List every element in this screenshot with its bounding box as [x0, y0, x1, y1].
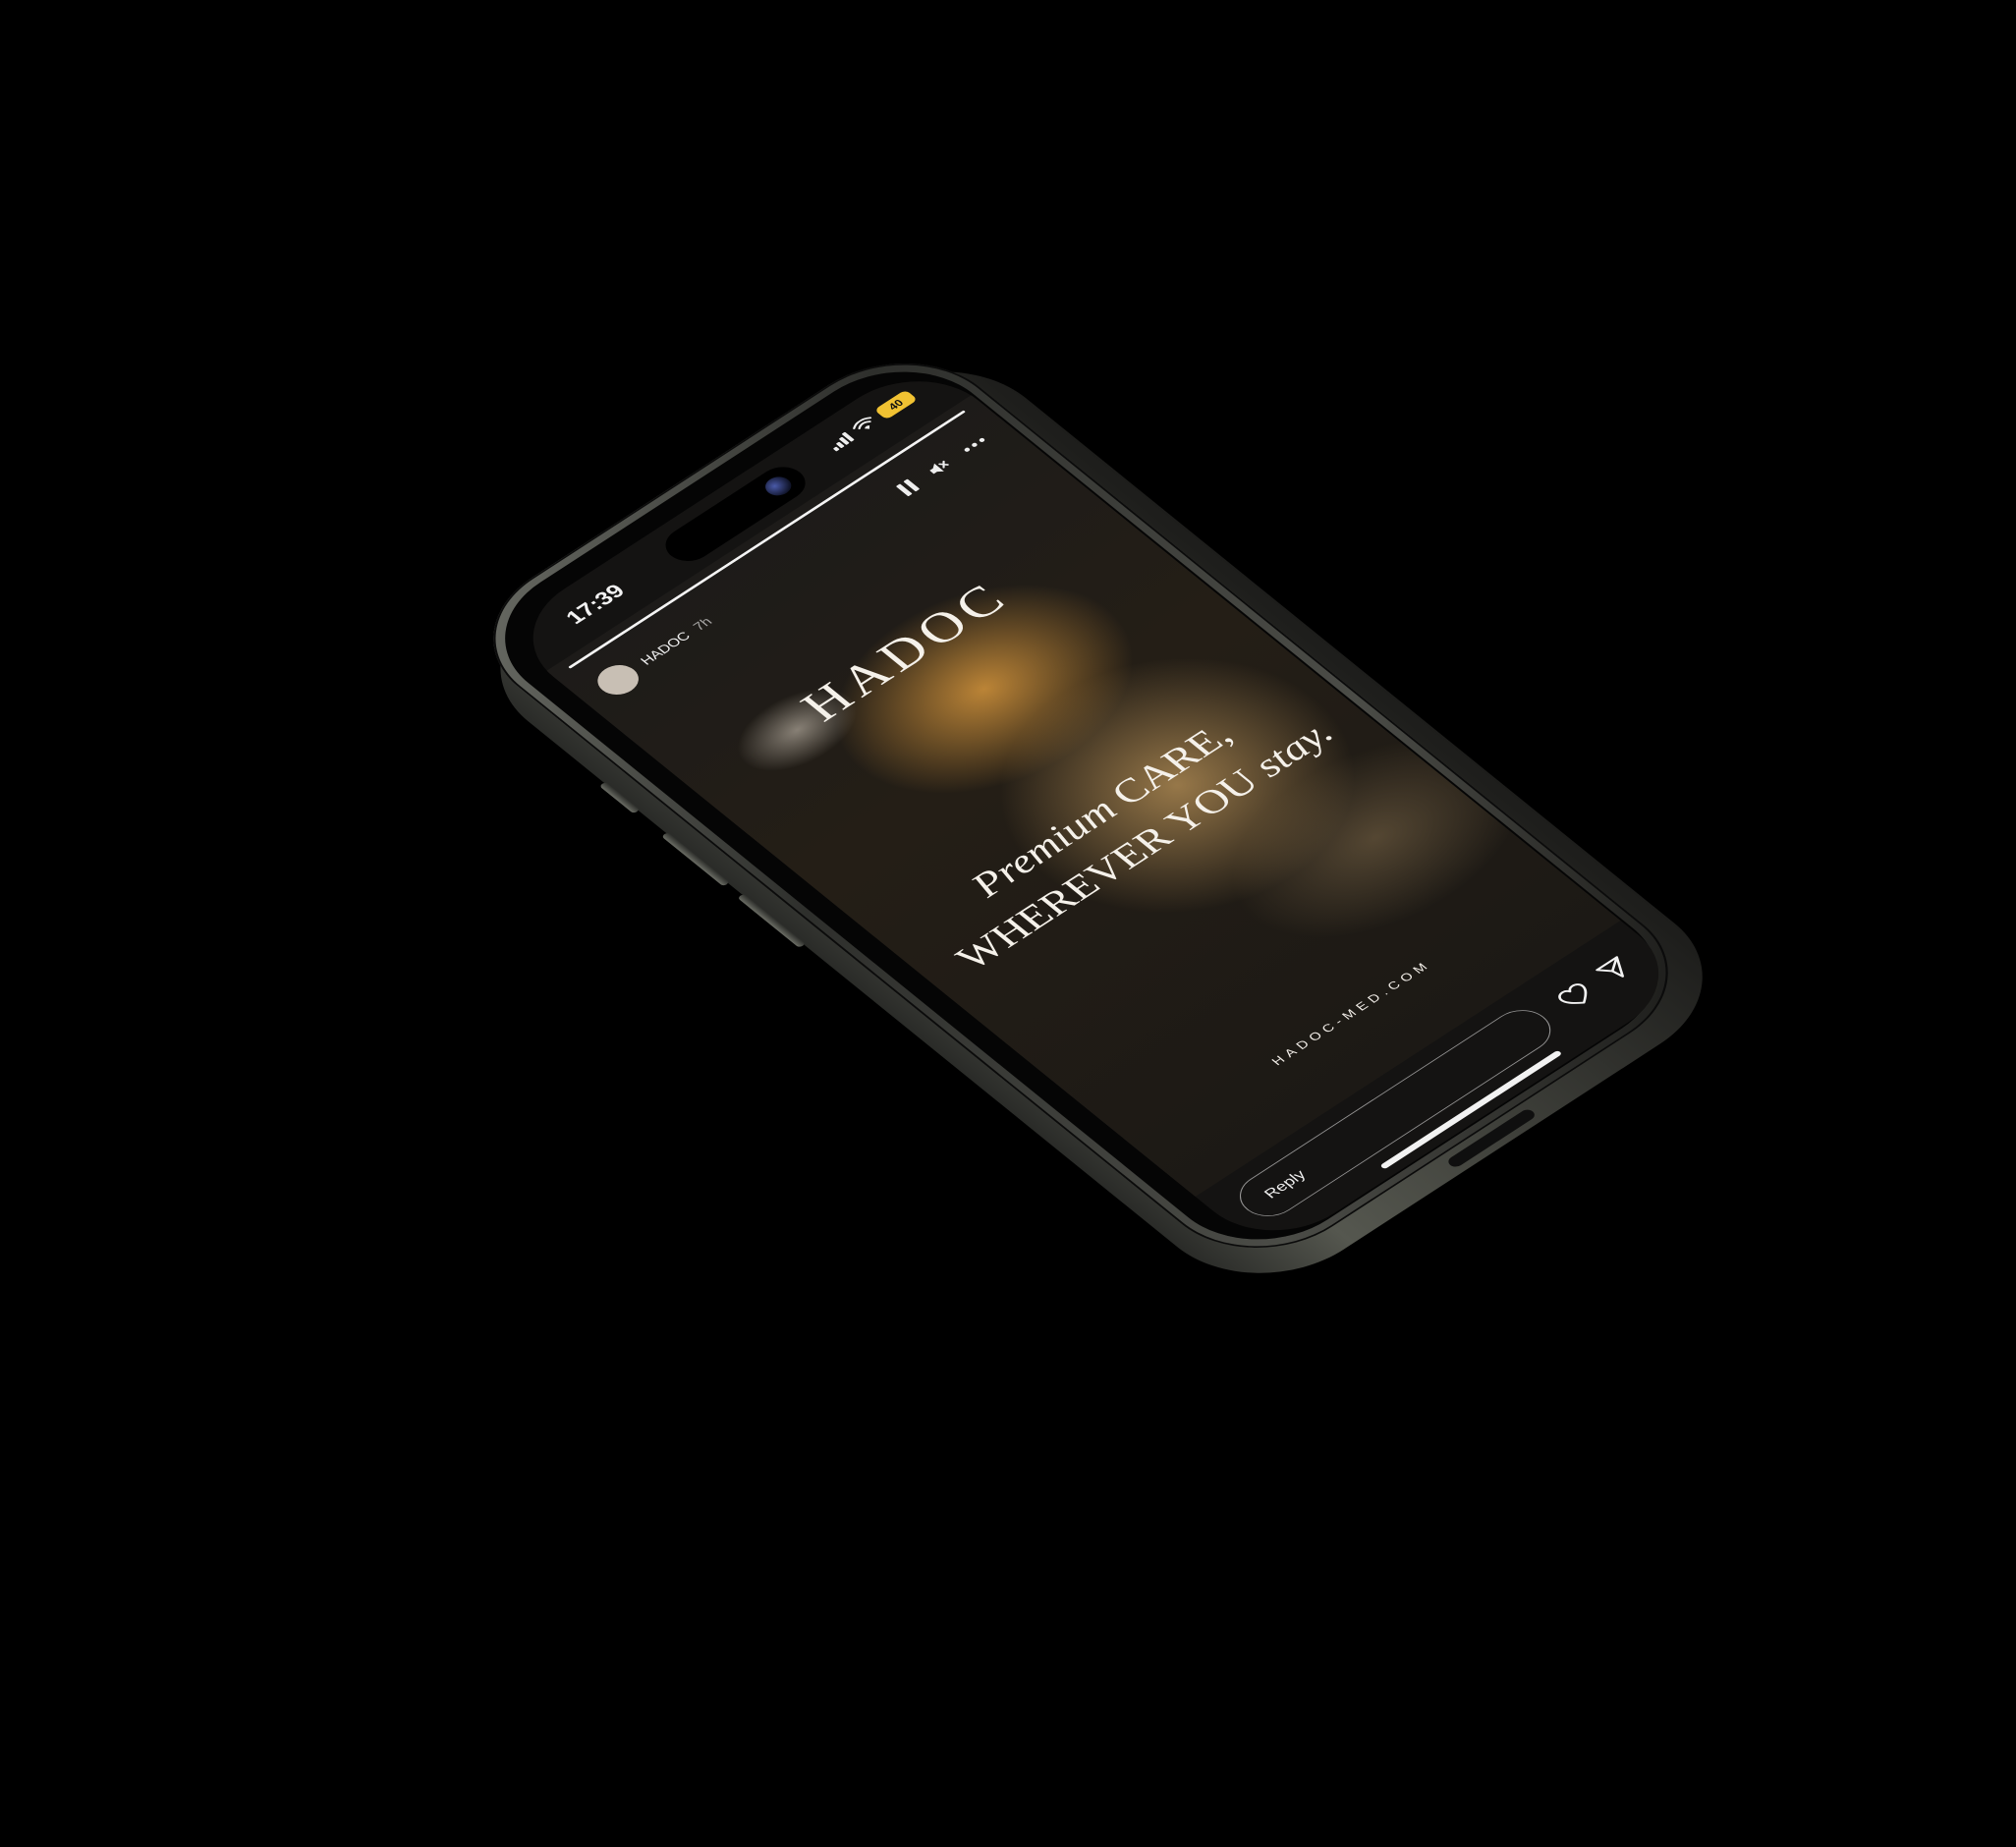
heart-icon[interactable]	[1553, 980, 1597, 1012]
scene-background: 17:39 40 HADOC 7h HADOC Premium CARE, WH…	[0, 0, 2016, 1847]
post-age: 7h	[690, 615, 716, 634]
battery-icon: 40	[873, 389, 919, 420]
front-camera-icon	[759, 473, 797, 500]
phone-mockup: 17:39 40 HADOC 7h HADOC Premium CARE, WH…	[449, 331, 1751, 1309]
send-icon[interactable]	[1592, 953, 1637, 985]
wifi-icon	[853, 417, 872, 430]
pause-icon[interactable]	[895, 478, 921, 497]
more-options-icon[interactable]	[963, 436, 985, 453]
mute-icon[interactable]	[924, 457, 954, 478]
cellular-signal-icon	[825, 430, 855, 452]
